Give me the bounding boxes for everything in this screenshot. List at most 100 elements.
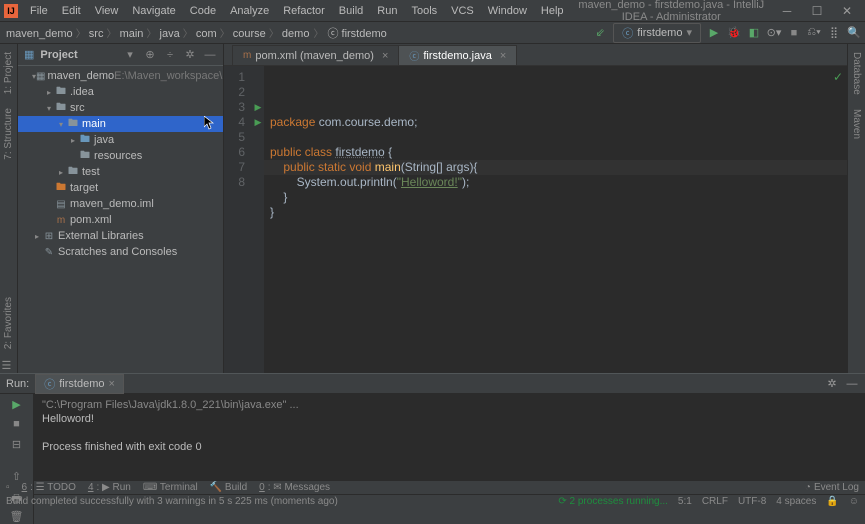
run-tab-label: firstdemo: [59, 378, 104, 390]
breadcrumb-segment[interactable]: maven_demo: [6, 28, 73, 40]
breadcrumb-segment[interactable]: java: [160, 28, 180, 40]
menu-analyze[interactable]: Analyze: [224, 3, 275, 19]
toolstrip-terminal[interactable]: ⌨ Terminal: [143, 482, 198, 493]
status-readonly-icon[interactable]: 🔒: [826, 496, 838, 507]
status-encoding[interactable]: UTF-8: [738, 496, 766, 507]
profile-icon[interactable]: ⊙▾: [767, 26, 781, 40]
run-icon[interactable]: ▶: [707, 26, 721, 40]
status-processes[interactable]: ⟳ 2 processes running...: [558, 496, 668, 507]
tree-node-pom-xml[interactable]: m pom.xml: [18, 212, 223, 228]
run-output-line: "C:\Program Files\Java\jdk1.8.0_221\bin\…: [42, 398, 857, 412]
project-tree[interactable]: ▾ ▦ maven_demo E:\Maven_workspace\maven_…: [18, 66, 223, 373]
breadcrumb-segment[interactable]: main: [120, 28, 144, 40]
tree-node-main[interactable]: ▾ 🖿 main: [18, 116, 223, 132]
stop-icon[interactable]: ■: [787, 26, 801, 40]
menu-vcs[interactable]: VCS: [445, 3, 480, 19]
run-config-label: firstdemo: [637, 27, 682, 39]
breadcrumb-leaf[interactable]: firstdemo: [342, 28, 387, 40]
editor-area: m pom.xml (maven_demo)× ⓒ firstdemo.java…: [224, 44, 847, 373]
breadcrumb-segment[interactable]: src: [89, 28, 104, 40]
tree-node-External-Libraries[interactable]: ▸ ⊞ External Libraries: [18, 228, 223, 244]
settings-gear-icon[interactable]: ✲: [183, 48, 197, 61]
status-message: Build completed successfully with 3 warn…: [6, 496, 548, 507]
editor-tab-firstdemo-java[interactable]: ⓒ firstdemo.java×: [398, 45, 517, 65]
menu-code[interactable]: Code: [184, 3, 222, 19]
hide-icon[interactable]: —: [203, 49, 217, 61]
right-tool-gutter: Database Maven: [847, 44, 865, 373]
tree-node-target[interactable]: 🖿 target: [18, 180, 223, 196]
status-line-sep[interactable]: CRLF: [702, 496, 728, 507]
menu-navigate[interactable]: Navigate: [126, 3, 181, 19]
run-config-selector[interactable]: ⓒ firstdemo ▾: [613, 23, 701, 43]
maven-tool-tab[interactable]: Maven: [850, 105, 863, 143]
toolstrip-todo[interactable]: 6: ☰ TODO: [22, 482, 76, 493]
navigation-breadcrumb: maven_demo 〉 src 〉 main 〉 java 〉 com 〉 c…: [0, 22, 865, 44]
structure-tool-tab[interactable]: 7: Structure: [2, 104, 15, 164]
coverage-icon[interactable]: ◧: [747, 26, 761, 40]
run-settings-icon[interactable]: ✲: [825, 377, 839, 391]
menu-build[interactable]: Build: [333, 3, 369, 19]
stop-run-icon[interactable]: ■: [10, 418, 24, 432]
project-tool-tab[interactable]: 1: Project: [2, 48, 15, 98]
breadcrumb-segment[interactable]: course: [233, 28, 266, 40]
delete-icon[interactable]: 🗑: [10, 510, 24, 524]
status-hector-icon[interactable]: ☺: [849, 496, 859, 507]
toolstrip-run[interactable]: 4: ▶ Run: [88, 482, 131, 493]
tree-node-java[interactable]: ▸ 🖿 java: [18, 132, 223, 148]
menu-view[interactable]: View: [89, 3, 125, 19]
menu-file[interactable]: File: [24, 3, 54, 19]
favorites-tool-tab[interactable]: 2: Favorites: [2, 293, 15, 353]
settings-icon[interactable]: ⣿: [827, 26, 841, 40]
minimize-button[interactable]: ─: [773, 2, 801, 20]
run-hide-icon[interactable]: —: [845, 377, 859, 391]
close-icon[interactable]: ×: [500, 50, 506, 62]
run-gutter[interactable]: ▶▶: [252, 66, 264, 373]
tree-node-Scratches-and-Consoles[interactable]: ✎ Scratches and Consoles: [18, 244, 223, 260]
locate-icon[interactable]: ⊕: [143, 48, 157, 61]
app-icon: IJ: [4, 4, 18, 18]
project-tool-window: ▦ Project ▾ ⊕ ÷ ✲ — ▾ ▦ maven_demo E:\Ma…: [18, 44, 224, 373]
menu-run[interactable]: Run: [371, 3, 403, 19]
build-icon[interactable]: ⇙: [593, 26, 607, 40]
close-icon[interactable]: ×: [382, 50, 388, 62]
close-button[interactable]: ✕: [833, 2, 861, 20]
search-icon[interactable]: 🔍: [847, 26, 861, 40]
vcs-icon[interactable]: ⎌▾: [807, 26, 821, 40]
maximize-button[interactable]: ☐: [803, 2, 831, 20]
breadcrumb-segment[interactable]: demo: [282, 28, 310, 40]
tree-node-maven_demo[interactable]: ▾ ▦ maven_demo E:\Maven_workspace\maven_…: [18, 68, 223, 84]
tree-node-src[interactable]: ▾ 🖿 src: [18, 100, 223, 116]
debug-icon[interactable]: 🐞: [727, 26, 741, 40]
layout-icon[interactable]: ⊟: [10, 438, 24, 452]
project-dropdown-icon[interactable]: ▾: [123, 48, 137, 61]
run-tab-firstdemo[interactable]: ⓒ firstdemo ×: [35, 374, 124, 394]
menu-edit[interactable]: Edit: [56, 3, 87, 19]
run-output-line: Process finished with exit code 0: [42, 440, 857, 454]
toolstrip-build[interactable]: 🔨 Build: [210, 482, 247, 493]
collapse-icon[interactable]: ÷: [163, 49, 177, 61]
event-log-button[interactable]: ◔ Event Log: [805, 482, 859, 493]
code-editor[interactable]: ✓ package com.course.demo; public class …: [264, 66, 847, 373]
editor-tab-pom-xml-maven_demo-[interactable]: m pom.xml (maven_demo)×: [232, 45, 399, 65]
tree-node-resources[interactable]: 🖿 resources: [18, 148, 223, 164]
run-output-line: [42, 426, 857, 440]
tree-node--idea[interactable]: ▸ 🖿 .idea: [18, 84, 223, 100]
rerun-icon[interactable]: ▶: [10, 398, 24, 412]
toolstrip-messages[interactable]: 0: ✉ Messages: [259, 482, 330, 493]
status-caret-pos: 5:1: [678, 496, 692, 507]
gutter-extra-icon[interactable]: ☰: [2, 359, 16, 373]
status-indent[interactable]: 4 spaces: [776, 496, 816, 507]
run-output-line: Helloword!: [42, 412, 857, 426]
inspection-ok-icon: ✓: [833, 70, 843, 85]
run-panel-label: Run:: [6, 378, 29, 390]
line-number-gutter: 12345678: [224, 66, 252, 373]
tree-node-maven_demo-iml[interactable]: ▤ maven_demo.iml: [18, 196, 223, 212]
tree-node-test[interactable]: ▸ 🖿 test: [18, 164, 223, 180]
menu-refactor[interactable]: Refactor: [277, 3, 331, 19]
breadcrumb-segment[interactable]: com: [196, 28, 217, 40]
menu-window[interactable]: Window: [482, 3, 533, 19]
database-tool-tab[interactable]: Database: [850, 48, 863, 99]
tool-square-icon[interactable]: ▫: [6, 482, 10, 493]
menu-tools[interactable]: Tools: [405, 3, 443, 19]
menu-help[interactable]: Help: [535, 3, 570, 19]
